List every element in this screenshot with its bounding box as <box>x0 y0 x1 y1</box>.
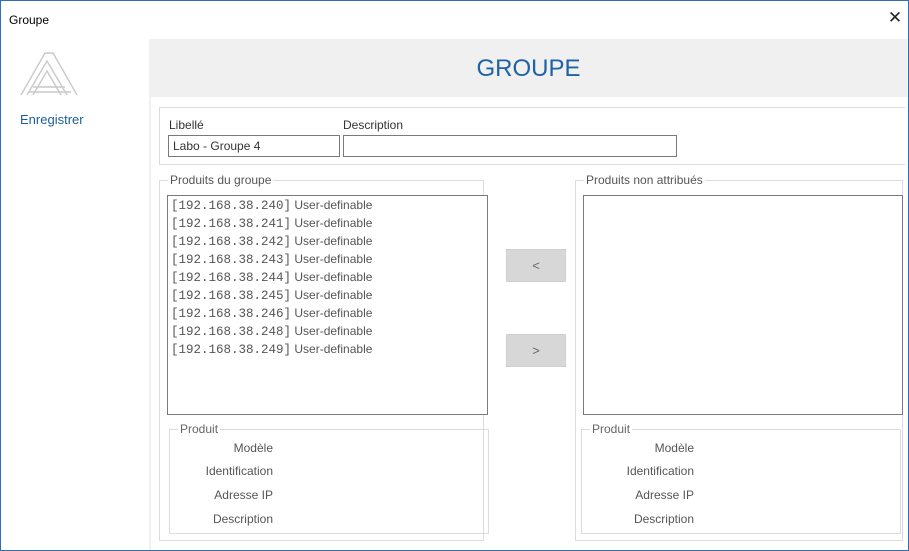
description-label-right: Description <box>633 512 694 526</box>
move-to-group-button[interactable]: < <box>506 249 566 282</box>
list-item[interactable]: [192.168.38.249] User-definable <box>168 340 487 358</box>
group-products-legend: Produits du groupe <box>170 173 272 187</box>
remove-from-group-button[interactable]: > <box>506 334 566 367</box>
list-item[interactable]: [192.168.38.245] User-definable <box>168 286 487 304</box>
list-item-type: User-definable <box>294 216 373 230</box>
sidebar: Enregistrer <box>1 39 149 550</box>
unassigned-products-list[interactable] <box>583 195 903 415</box>
product-detail-left-legend: Produit <box>180 422 219 436</box>
model-label-left: Modèle <box>233 441 273 455</box>
description-label-left: Description <box>212 512 273 526</box>
list-item[interactable]: [192.168.38.244] User-definable <box>168 268 487 286</box>
logo-icon <box>20 52 78 96</box>
list-item-ip: [192.168.38.244] <box>171 271 292 285</box>
description-input[interactable] <box>343 135 677 157</box>
save-button[interactable]: Enregistrer <box>20 112 84 127</box>
model-label-right: Modèle <box>654 441 694 455</box>
main-content: Libellé Description Produits du groupe [… <box>151 97 908 550</box>
list-item-ip: [192.168.38.242] <box>171 235 292 249</box>
list-item[interactable]: [192.168.38.248] User-definable <box>168 322 487 340</box>
list-item[interactable]: [192.168.38.246] User-definable <box>168 304 487 322</box>
list-item-type: User-definable <box>294 306 373 320</box>
list-item-ip: [192.168.38.246] <box>171 307 292 321</box>
list-item-ip: [192.168.38.240] <box>171 199 292 213</box>
name-description-row: Libellé Description <box>159 107 905 165</box>
list-item[interactable]: [192.168.38.243] User-definable <box>168 250 487 268</box>
list-item-ip: [192.168.38.248] <box>171 325 292 339</box>
list-item[interactable]: [192.168.38.240] User-definable <box>168 196 487 214</box>
list-item-ip: [192.168.38.245] <box>171 289 292 303</box>
title-bar: Groupe ✕ <box>1 1 908 39</box>
product-detail-right-legend: Produit <box>592 422 631 436</box>
identification-label-left: Identification <box>205 464 273 478</box>
group-products-list[interactable]: [192.168.38.240] User-definable [192.168.… <box>167 195 488 415</box>
ip-address-label-right: Adresse IP <box>635 488 694 502</box>
libelle-label: Libellé <box>169 118 204 132</box>
list-item-type: User-definable <box>294 270 373 284</box>
list-item-ip: [192.168.38.249] <box>171 343 292 357</box>
window-title: Groupe <box>9 13 50 27</box>
group-window: Groupe ✕ Enregistrer GROUPE Libellé Desc… <box>0 0 909 551</box>
list-item-type: User-definable <box>294 324 373 338</box>
page-title: GROUPE <box>476 55 581 82</box>
unassigned-products-legend: Produits non attribués <box>586 173 703 187</box>
close-icon[interactable]: ✕ <box>886 9 904 27</box>
list-item-type: User-definable <box>294 234 373 248</box>
page-header: GROUPE <box>149 39 908 97</box>
identification-label-right: Identification <box>626 464 694 478</box>
list-item-ip: [192.168.38.241] <box>171 217 292 231</box>
list-item-ip: [192.168.38.243] <box>171 253 292 267</box>
description-label: Description <box>343 118 404 132</box>
list-item-type: User-definable <box>294 288 373 302</box>
list-item-type: User-definable <box>294 252 373 266</box>
libelle-input[interactable] <box>168 135 340 157</box>
list-item[interactable]: [192.168.38.241] User-definable <box>168 214 487 232</box>
ip-address-label-left: Adresse IP <box>214 488 273 502</box>
list-item-type: User-definable <box>294 342 373 356</box>
list-item-type: User-definable <box>294 198 373 212</box>
list-item[interactable]: [192.168.38.242] User-definable <box>168 232 487 250</box>
